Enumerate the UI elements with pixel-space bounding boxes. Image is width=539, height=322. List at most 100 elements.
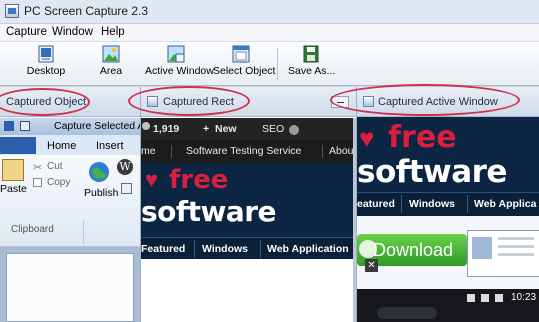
toolbar-separator [277, 48, 278, 80]
paste-label[interactable]: Paste [0, 183, 27, 195]
search-bar[interactable] [377, 307, 437, 319]
nav-web-application[interactable]: Web Applica [474, 198, 536, 210]
word-title: Capture Selected A [54, 120, 140, 132]
word-ribbon: Paste ✂ Cut Copy Clipboard Publish W [0, 155, 140, 247]
clipboard-group-label: Clipboard [11, 224, 54, 235]
globe-icon [89, 162, 109, 182]
toolbar: Desktop Area Active Window Select Object [0, 42, 539, 86]
captured-active-window-header[interactable]: Captured Active Window [357, 87, 539, 117]
menu-capture[interactable]: Capture [6, 26, 47, 38]
scissors-icon: ✂ [33, 162, 43, 174]
active-window-button[interactable]: Active Window [145, 45, 214, 83]
title-bar: PC Screen Capture 2.3 [0, 0, 539, 24]
window-title: PC Screen Capture 2.3 [24, 4, 149, 18]
nav-separator [467, 195, 468, 213]
plus-icon: + [203, 123, 210, 135]
nav-separator [260, 240, 261, 258]
save-icon [303, 45, 319, 63]
active-window-label: Active Window [145, 65, 214, 77]
captured-rect-header[interactable]: Captured Rect [141, 87, 356, 117]
menu-window[interactable]: Window [52, 26, 93, 38]
screenshot-thumbnail [467, 230, 539, 277]
nav-separator [322, 145, 323, 158]
comment-icon [142, 122, 150, 130]
seo-label[interactable]: SEO [262, 123, 284, 135]
site-content-area [141, 259, 356, 322]
download-label: Download [373, 240, 454, 260]
captured-rect-panel[interactable]: Captured Rect 1,919 + New SEO me Softwar… [140, 87, 356, 322]
nav-web-application[interactable]: Web Application [267, 243, 349, 255]
menu-bar: Capture Window Help [0, 24, 539, 42]
select-object-label: Select Object [213, 65, 276, 77]
site-banner: ♥ free software [357, 118, 539, 202]
word-tab-home[interactable]: Home [47, 140, 76, 152]
desktop-label: Desktop [26, 65, 66, 77]
captured-rect-icon [147, 96, 158, 107]
captured-object-panel[interactable]: Captured Object Capture Selected A Home … [0, 87, 140, 322]
new-button[interactable]: New [215, 123, 237, 135]
document-page[interactable] [6, 253, 134, 322]
logo-free: free [169, 165, 229, 195]
close-icon[interactable]: ✕ [365, 259, 378, 272]
paste-icon [2, 159, 24, 181]
comment-count[interactable]: 1,919 [153, 123, 179, 135]
captured-active-window-icon [363, 96, 374, 107]
tray-icon [467, 294, 475, 302]
thumbnail-line [498, 245, 534, 248]
captured-object-title: Captured Object [6, 96, 87, 108]
nav-featured[interactable]: eatured [357, 198, 395, 210]
nav-separator [171, 145, 172, 158]
heart-icon: ♥ [145, 167, 159, 192]
select-object-icon [232, 45, 250, 63]
area-icon [102, 45, 120, 63]
app-icon [5, 4, 19, 18]
nav-separator [194, 240, 195, 258]
save-as-label: Save As... [288, 65, 336, 77]
site-category-nav: Featured Windows Web Application [141, 237, 356, 259]
captured-object-header[interactable]: Captured Object [0, 87, 140, 117]
captured-active-window-title: Captured Active Window [378, 96, 498, 108]
nav-windows[interactable]: Windows [202, 243, 248, 255]
menu-help[interactable]: Help [101, 26, 125, 38]
nav-software-testing[interactable]: Software Testing Service [186, 145, 301, 157]
copy-label[interactable]: Copy [47, 177, 70, 188]
wordpress-icon: W [117, 159, 133, 175]
nav-separator [401, 195, 402, 213]
ribbon-divider [83, 220, 84, 244]
document-icon [121, 183, 132, 194]
select-object-button[interactable]: Select Object [213, 45, 276, 83]
nav-windows[interactable]: Windows [409, 198, 455, 210]
site-admin-bar: 1,919 + New SEO [141, 118, 356, 140]
site-nav: me Software Testing Service Abou [141, 140, 356, 163]
taskbar-clock: 10:23 [511, 292, 537, 303]
desktop-icon [38, 45, 54, 63]
area-button[interactable]: Area [96, 45, 126, 83]
area-label: Area [99, 65, 123, 77]
word-file-tab[interactable] [0, 137, 36, 154]
word-icon [4, 121, 14, 131]
desktop-button[interactable]: Desktop [26, 45, 66, 83]
save-as-button[interactable]: Save As... [288, 45, 336, 83]
publish-label[interactable]: Publish [84, 187, 118, 199]
minimize-icon [337, 102, 344, 103]
tray-icon [481, 294, 489, 302]
captured-active-window-panel[interactable]: Captured Active Window ♥ free software e… [356, 87, 539, 322]
nav-about[interactable]: Abou [329, 145, 354, 157]
word-tab-insert[interactable]: Insert [96, 140, 124, 152]
logo-free: free [388, 120, 457, 155]
cut-label[interactable]: Cut [47, 161, 63, 172]
tray-icon [495, 294, 503, 302]
logo-software: software [357, 154, 507, 190]
word-title-bar: Capture Selected A [0, 118, 140, 135]
nav-home[interactable]: me [141, 145, 156, 157]
site-category-nav: eatured Windows Web Applica [357, 192, 539, 216]
seo-status-icon [289, 125, 299, 135]
thumbnail-image [472, 237, 492, 259]
thumbnail-line [498, 253, 534, 256]
copy-icon [33, 178, 42, 187]
save-icon [20, 121, 30, 131]
captured-rect-title: Captured Rect [163, 96, 234, 108]
site-banner: ♥ free software [141, 163, 356, 237]
minimize-button[interactable] [331, 96, 349, 108]
nav-featured[interactable]: Featured [141, 243, 185, 255]
